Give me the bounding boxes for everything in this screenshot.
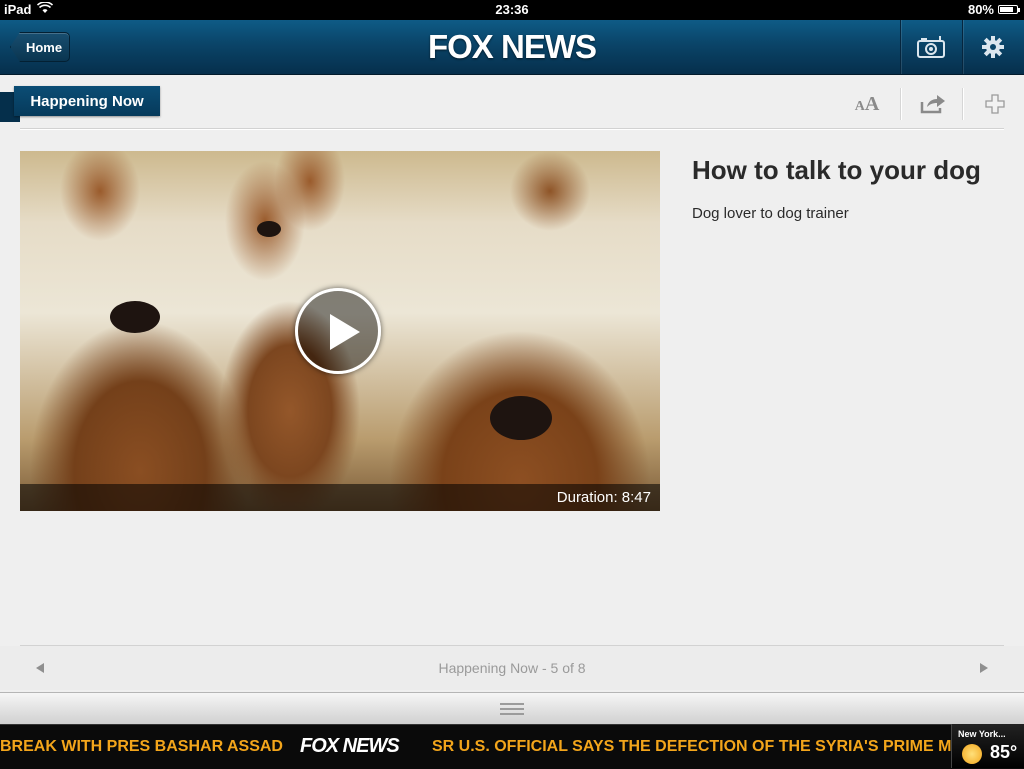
camera-icon[interactable] [916,34,946,60]
article-title[interactable]: How to talk to your dog [692,155,981,186]
ticker-item: SR U.S. OFFICIAL SAYS THE DEFECTION OF T… [432,738,952,755]
nav-bar: Home FOX NEWS [0,20,1024,75]
puppy-nose [110,301,160,333]
nav-divider [900,20,901,74]
nav-divider [962,20,963,74]
sun-icon [962,744,982,764]
battery-percent: 80% [967,2,994,17]
fox-news-logo: FOX NEWS [427,28,597,65]
share-icon[interactable] [918,92,948,116]
plus-icon[interactable] [980,92,1010,116]
right-arrow-icon[interactable] [980,663,988,673]
status-bar: iPad 23:36 80% [0,0,1024,20]
gear-icon[interactable] [978,34,1008,60]
video-duration: Duration: 8:47 [556,489,651,506]
weather-widget[interactable]: New York... 85° [951,724,1024,768]
pager: Happening Now - 5 of 8 [0,646,1024,690]
play-button[interactable] [295,288,381,374]
pager-label: Happening Now - 5 of 8 [438,660,586,676]
drawer-handle-icon[interactable] [500,703,524,715]
clock: 23:36 [495,2,529,17]
weather-temperature: 85° [990,742,1018,762]
video-info-bar: Duration: 8:47 [20,484,660,511]
battery-icon [998,5,1020,14]
puppy-nose [257,221,281,237]
puppy-nose [490,396,552,440]
weather-city: New York... [958,729,1006,739]
ticker-item: BREAK WITH PRES BASHAR ASSAD [0,738,283,755]
video-player[interactable]: Duration: 8:47 [20,151,660,511]
drawer-bar[interactable] [0,692,1024,725]
section-title: Happening Now [14,86,160,116]
toolbar-divider [900,88,901,120]
ticker-logo: FOX NEWS [300,735,400,757]
toolbar-divider [962,88,963,120]
news-ticker[interactable]: BREAK WITH PRES BASHAR ASSAD FOX NEWS SR… [0,724,1024,769]
header-rule [20,128,1004,129]
article-subtitle: Dog lover to dog trainer [692,205,849,222]
text-size-icon[interactable]: AA [852,92,882,116]
